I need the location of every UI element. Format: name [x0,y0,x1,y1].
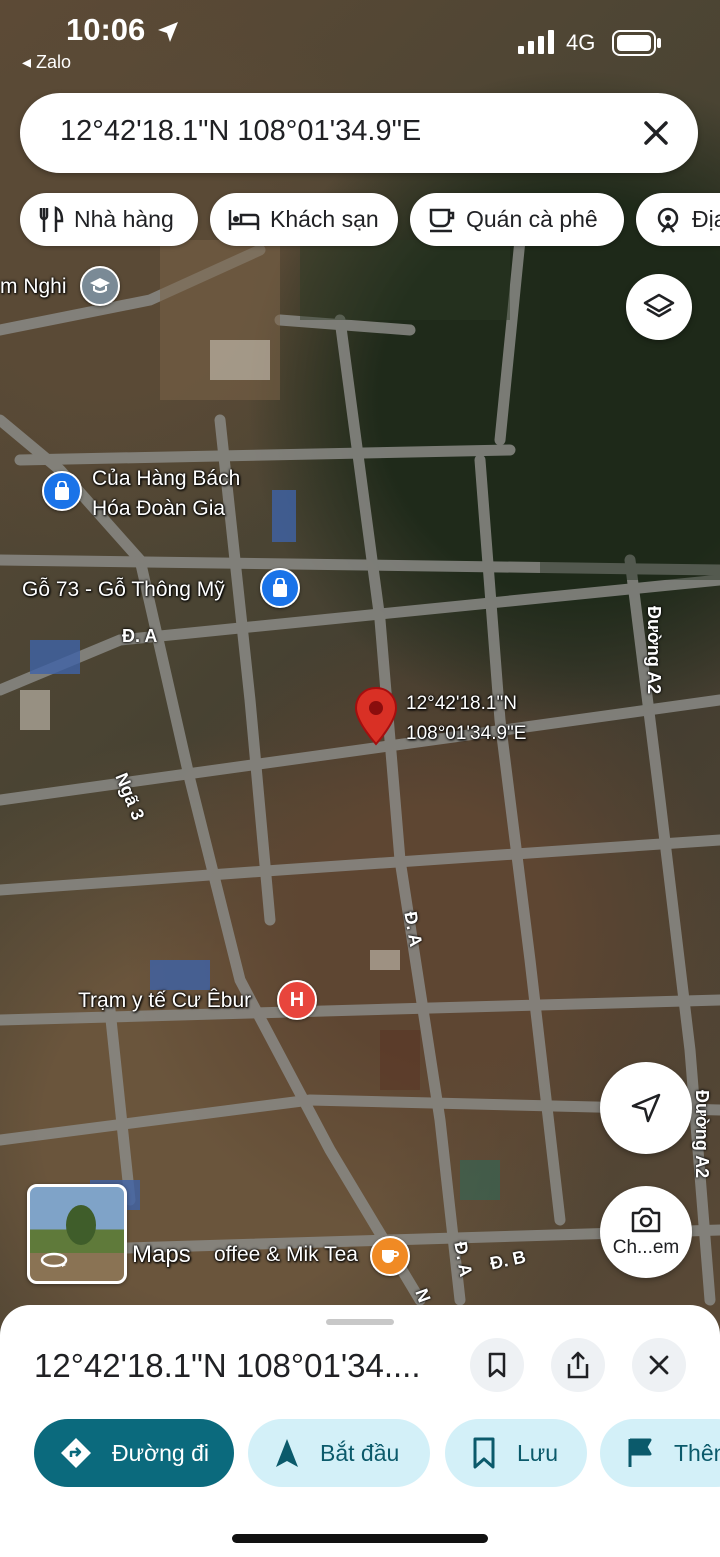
place-bottom-sheet[interactable]: 12°42'18.1"N 108°01'34.... Đường đi Bắt … [0,1305,720,1557]
my-location-button[interactable] [600,1062,692,1154]
chip-label: Nhà hàng [74,206,174,232]
layers-button[interactable] [626,274,692,340]
location-pin-icon[interactable] [354,686,398,746]
close-icon [649,1355,669,1375]
street-view-button[interactable]: Ch...em [600,1186,692,1278]
save-button[interactable] [470,1338,524,1392]
maps-watermark: Maps [132,1241,191,1268]
close-icon [644,121,668,145]
share-button[interactable] [551,1338,605,1392]
poi-store-label-line2[interactable]: Hóa Đoàn Gia [92,494,225,523]
chip-hotels[interactable]: Khách sạn [210,193,398,246]
directions-button[interactable]: Đường đi [34,1419,234,1487]
signal-icon [518,30,554,54]
camera-icon [631,1207,661,1233]
street-view-label: Ch...em [612,1237,680,1258]
poi-school-label[interactable]: m Nghi [0,272,67,301]
bookmark-icon [473,1437,495,1469]
shopping-icon[interactable] [42,471,82,511]
rotate-360-icon [40,1252,68,1268]
sheet-grabber[interactable] [326,1319,394,1325]
chip-attractions[interactable]: Địa [636,193,720,246]
chip-label: Địa [692,206,720,232]
chip-restaurants[interactable]: Nhà hàng [20,193,198,246]
layers-icon [643,293,675,318]
more-label: Thêm [674,1439,720,1466]
directions-label: Đường đi [112,1439,209,1466]
search-bar[interactable]: 12°42'18.1"N 108°01'34.9"E [20,93,698,173]
hotel-icon [228,209,260,230]
save-action-button[interactable]: Lưu [445,1419,587,1487]
road-label: Đường A2 [692,1090,712,1179]
search-input[interactable]: 12°42'18.1"N 108°01'34.9"E [60,115,421,148]
poi-store-label-line1[interactable]: Của Hàng Bách [92,464,240,493]
more-button[interactable]: Thêm [600,1419,720,1487]
clear-search-button[interactable] [634,111,678,155]
poi-wood-label[interactable]: Gỗ 73 - Gỗ Thông Mỹ [22,575,225,604]
shopping-icon[interactable] [260,568,300,608]
close-sheet-button[interactable] [632,1338,686,1392]
back-to-app-link[interactable]: ◂ Zalo [22,52,71,73]
navigation-arrow-icon [631,1093,661,1123]
chip-label: Khách sạn [270,206,379,232]
navigation-icon [276,1439,298,1467]
pin-label-lat: 12°42'18.1"N [406,693,517,714]
battery-icon [612,30,661,56]
start-label: Bắt đầu [320,1439,400,1466]
bookmark-icon [488,1352,506,1378]
tree-shape [66,1205,96,1245]
save-label: Lưu [517,1439,558,1466]
school-icon[interactable] [80,266,120,306]
status-time: 10:06 [66,12,180,48]
restaurant-icon [39,205,64,232]
pin-label-lng: 108°01'34.9"E [406,723,527,744]
poi-clinic-label[interactable]: Trạm y tế Cư Êbur [78,986,251,1015]
place-title: 12°42'18.1"N 108°01'34.... [34,1347,421,1384]
road-label: Đường A2 [644,606,664,695]
street-view-thumbnail[interactable] [27,1184,127,1284]
attraction-icon [657,207,679,233]
home-indicator[interactable] [232,1534,488,1543]
share-icon [567,1351,589,1379]
cafe-icon[interactable] [370,1236,410,1276]
hospital-icon[interactable]: H [277,980,317,1020]
poi-cafe-label[interactable]: offee & Mik Tea [214,1240,358,1269]
flag-icon [628,1438,652,1467]
status-bar: 10:06 ◂ Zalo 4G [0,0,720,80]
chip-label: Quán cà phê [466,206,598,232]
start-button[interactable]: Bắt đầu [248,1419,430,1487]
coffee-icon [429,208,455,232]
road-label: Đ. A [122,626,158,646]
network-type: 4G [566,30,596,55]
location-arrow-icon [157,21,178,42]
chip-coffee[interactable]: Quán cà phê [410,193,624,246]
directions-icon [61,1438,91,1468]
